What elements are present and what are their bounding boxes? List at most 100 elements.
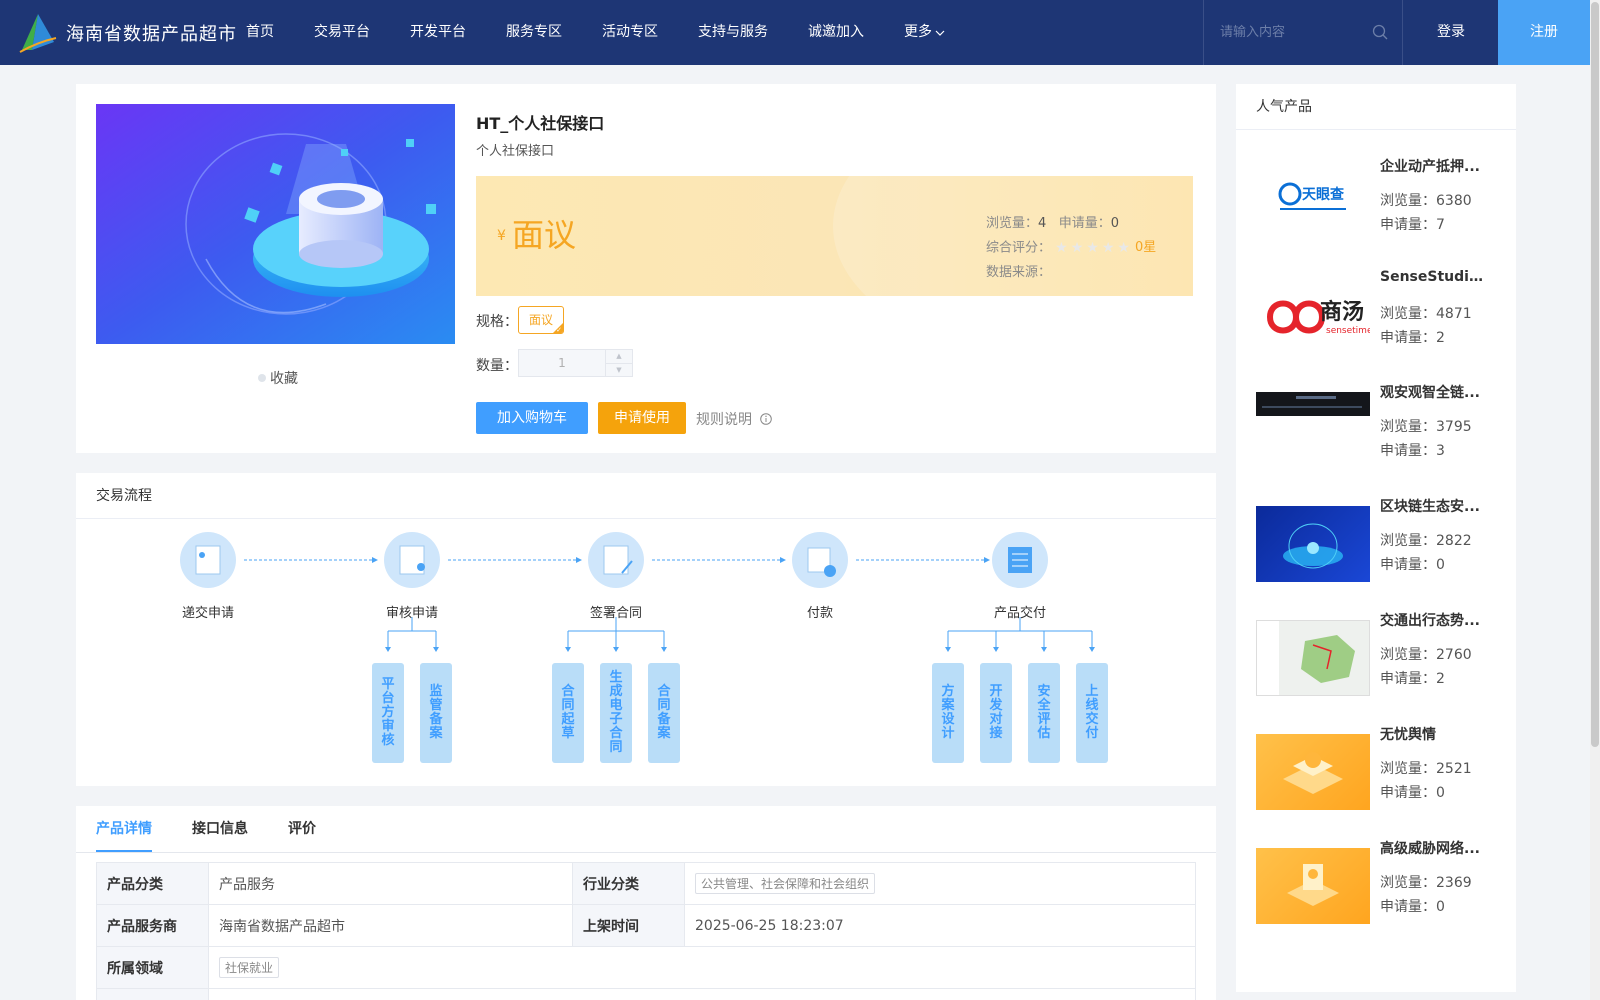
- site-title[interactable]: 海南省数据产品超市: [66, 20, 237, 46]
- popular-item-name: 交通出行态势...: [1380, 613, 1480, 629]
- popular-thumb: 天眼查: [1256, 166, 1370, 242]
- detail-table: 产品分类 产品服务 行业分类 公共管理、社会保障和社会组织 产品服务商 海南省数…: [96, 862, 1196, 1000]
- popular-thumb: [1256, 620, 1370, 696]
- search-icon[interactable]: [1372, 24, 1388, 40]
- favorite-button[interactable]: 收藏: [258, 368, 298, 388]
- currency-symbol: ¥: [497, 228, 506, 244]
- spec-label: 规格：: [476, 314, 518, 330]
- trade-flow-panel: 交易流程 递交申请 审核申请 签署合同 付款 产品交付 平台方审核 监管备案 合…: [76, 473, 1216, 786]
- flow-title: 交易流程: [96, 488, 152, 504]
- quantity-stepper: ▲ ▼: [518, 349, 633, 377]
- page-scrollbar[interactable]: [1590, 0, 1600, 1000]
- popular-item[interactable]: 高级威胁网络... 浏览量：2369 申请量：0: [1256, 838, 1506, 938]
- popular-item-views: 浏览量：2369: [1380, 875, 1472, 891]
- search-input[interactable]: [1220, 20, 1370, 44]
- popular-item-applies: 申请量：7: [1380, 217, 1445, 233]
- industry-tag: 公共管理、社会保障和社会组织: [695, 873, 876, 894]
- popular-item[interactable]: 天眼查 企业动产抵押... 浏览量：6380 申请量：7: [1256, 156, 1506, 256]
- decrement-icon[interactable]: ▼: [606, 364, 632, 377]
- detail-tabs: 产品详情 接口信息 评价: [96, 806, 356, 852]
- flow-sub-regulator-filing: 监管备案: [420, 663, 452, 763]
- quantity-input[interactable]: [519, 350, 605, 376]
- provider-label: 产品服务商: [96, 904, 209, 947]
- info-icon: [760, 413, 772, 425]
- flow-sub-e-contract: 生成电子合同: [600, 663, 632, 763]
- main-nav: 首页 交易平台 开发平台 服务专区 活动专区 支持与服务 诚邀加入 更多: [246, 0, 985, 65]
- popular-item[interactable]: 交通出行态势... 浏览量：2760 申请量：2: [1256, 610, 1506, 710]
- favorite-icon: [258, 374, 266, 382]
- step-contract-icon: [588, 532, 644, 588]
- search-box: [1203, 0, 1403, 65]
- star-icon: ★: [1117, 240, 1130, 256]
- nav-developer[interactable]: 开发平台: [410, 0, 466, 65]
- flow-sub-platform-review: 平台方审核: [372, 663, 404, 763]
- applies-label: 申请量：: [1058, 216, 1111, 231]
- provider-value: 海南省数据产品超市: [208, 904, 573, 947]
- tab-api-info[interactable]: 接口信息: [192, 806, 248, 852]
- spec-option[interactable]: 面议 ✓: [518, 306, 564, 334]
- login-button[interactable]: 登录: [1404, 0, 1498, 65]
- nav-activities[interactable]: 活动专区: [602, 0, 658, 65]
- popular-thumb: [1256, 506, 1370, 582]
- step-payment-icon: [792, 532, 848, 588]
- nav-join[interactable]: 诚邀加入: [808, 0, 864, 65]
- rating-stars: ★ ★ ★ ★ ★ 0星: [1055, 236, 1156, 260]
- step-delivery-icon: [992, 532, 1048, 588]
- views-label: 浏览量：: [986, 216, 1039, 231]
- table-row: 产品服务商 海南省数据产品超市 上架时间 2025-06-25 18:23:07: [96, 904, 1196, 947]
- increment-icon[interactable]: ▲: [606, 350, 632, 364]
- nav-services[interactable]: 服务专区: [506, 0, 562, 65]
- nav-support[interactable]: 支持与服务: [698, 0, 768, 65]
- product-panel: 收藏 HT_个人社保接口 个人社保接口 ¥ 面议 浏览量：4 申请量：0 综合评…: [76, 84, 1216, 453]
- star-icon: ★: [1070, 240, 1084, 256]
- popular-thumb: 商汤 sensetime: [1256, 279, 1370, 355]
- chevron-down-icon: [935, 30, 945, 36]
- price-value: 面议: [512, 216, 577, 254]
- popular-item[interactable]: 无忧舆情 浏览量：2521 申请量：0: [1256, 724, 1506, 824]
- tab-reviews[interactable]: 评价: [288, 806, 316, 852]
- popular-item-views: 浏览量：6380: [1380, 193, 1472, 209]
- popular-item-views: 浏览量：3795: [1380, 419, 1472, 435]
- popular-item-views: 浏览量：2521: [1380, 761, 1472, 777]
- popular-item-views: 浏览量：2760: [1380, 647, 1472, 663]
- top-header: 海南省数据产品超市 首页 交易平台 开发平台 服务专区 活动专区 支持与服务 诚…: [0, 0, 1590, 65]
- nav-home[interactable]: 首页: [246, 0, 274, 65]
- flow-sub-dev-integration: 开发对接: [980, 663, 1012, 763]
- flow-step-contract: 签署合同: [589, 606, 642, 621]
- category-value: 产品服务: [208, 862, 573, 905]
- apply-use-button[interactable]: 申请使用: [598, 402, 686, 434]
- scrollbar-thumb[interactable]: [1591, 2, 1599, 747]
- flow-step-submit: 递交申请: [181, 606, 234, 621]
- product-stats: 浏览量：4 申请量：0 综合评分： ★ ★ ★ ★ ★ 0星 数据来源：: [986, 212, 1156, 285]
- detail-panel: 产品详情 接口信息 评价 产品分类 产品服务 行业分类 公共管理、社会保障和社会…: [76, 806, 1216, 1000]
- flow-sub-solution-design: 方案设计: [932, 663, 964, 763]
- popular-item-name: 高级威胁网络...: [1380, 841, 1480, 857]
- popular-item[interactable]: 商汤 sensetime SenseStudio... 浏览量：4871 申请量：…: [1256, 269, 1506, 369]
- svg-text:sensetime: sensetime: [1326, 326, 1370, 336]
- flow-sub-contract-draft: 合同起草: [552, 663, 584, 763]
- rating-label: 综合评分：: [986, 240, 1052, 256]
- popular-products-panel: 人气产品 天眼查 企业动产抵押... 浏览量：6380 申请量：7 商汤 sens…: [1236, 84, 1516, 992]
- popular-item[interactable]: 观安观智全链... 浏览量：3795 申请量：3: [1256, 382, 1506, 482]
- table-row: [96, 988, 1196, 1000]
- spec-option-label: 面议: [528, 313, 553, 327]
- popular-item-applies: 申请量：0: [1380, 557, 1445, 573]
- star-icon: ★: [1055, 240, 1068, 256]
- industry-label: 行业分类: [572, 862, 685, 905]
- add-to-cart-button[interactable]: 加入购物车: [476, 402, 588, 434]
- register-button[interactable]: 注册: [1498, 0, 1590, 65]
- svg-text:天眼查: 天眼查: [1302, 186, 1345, 203]
- site-logo[interactable]: [18, 12, 58, 54]
- rules-link[interactable]: 规则说明: [696, 409, 772, 429]
- popular-item[interactable]: 区块链生态安... 浏览量：2822 申请量：0: [1256, 496, 1506, 596]
- tab-product-details[interactable]: 产品详情: [96, 806, 152, 852]
- popular-title: 人气产品: [1256, 99, 1312, 115]
- popular-thumb: [1256, 392, 1370, 416]
- rules-label: 规则说明: [696, 412, 752, 428]
- popular-item-applies: 申请量：2: [1380, 330, 1445, 346]
- star-icon: ★: [1101, 240, 1115, 256]
- nav-trading[interactable]: 交易平台: [314, 0, 370, 65]
- product-subtitle: 个人社保接口: [476, 144, 555, 159]
- step-submit-icon: [180, 532, 236, 588]
- nav-more[interactable]: 更多: [904, 0, 945, 65]
